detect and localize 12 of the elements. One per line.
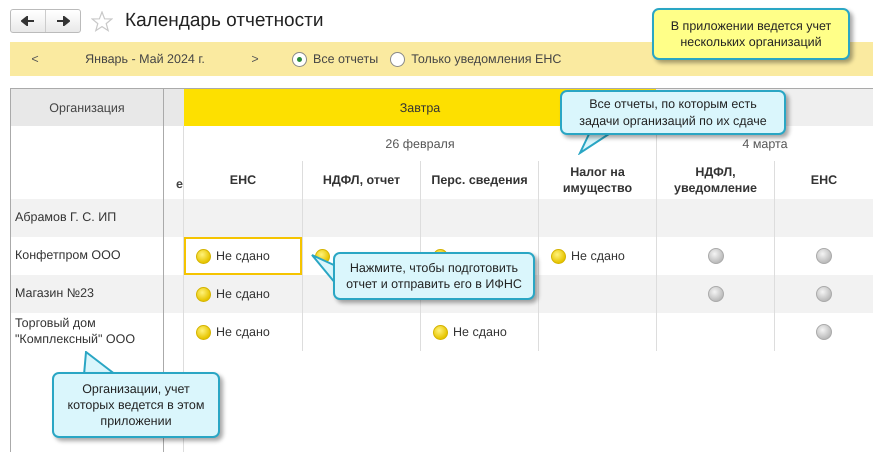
date-label: 4 марта [742, 136, 788, 150]
group-label: Завтра [400, 100, 440, 114]
hint-tooltip: В приложении ведется учет нескольких организаций [652, 8, 850, 60]
status-text: Не сдано [453, 325, 507, 339]
column-header: Организация [10, 89, 164, 126]
status-text: Не сдано [571, 249, 625, 263]
status-text: Не сдано [216, 287, 270, 301]
window-title: Календарь отчетности [125, 10, 324, 32]
status-text: Не сдано [216, 325, 270, 339]
status-text: Не сдано [216, 249, 270, 263]
date-label: 26 февраля [385, 136, 455, 150]
column-header: ЕНС [228, 172, 258, 189]
